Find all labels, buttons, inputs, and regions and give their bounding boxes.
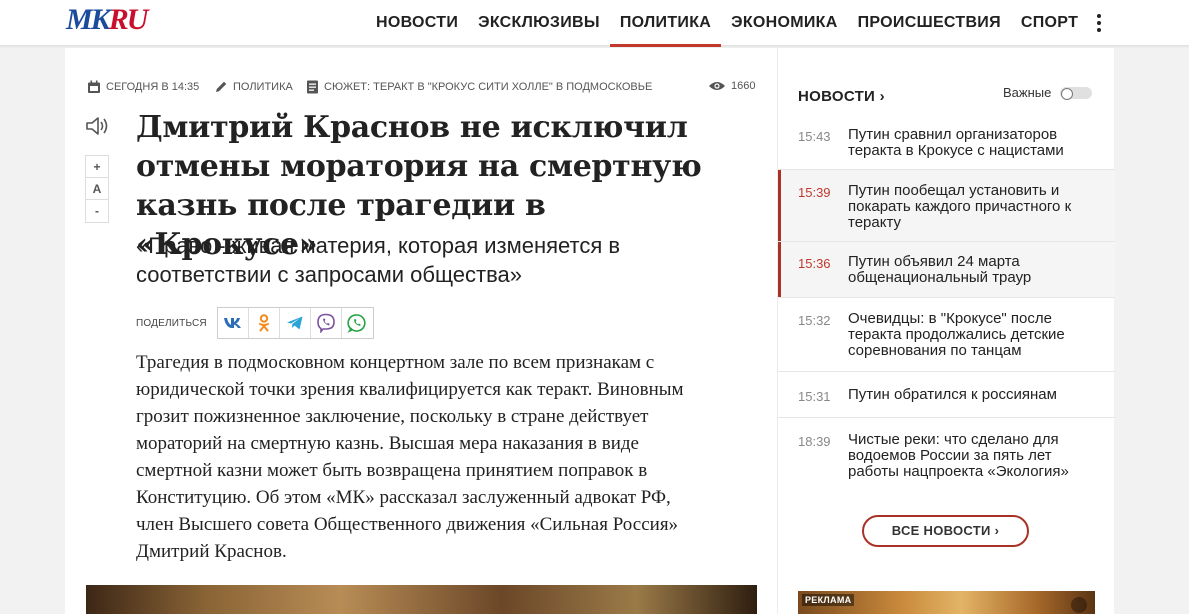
ad-label: РЕКЛАМА <box>802 594 855 606</box>
news-item[interactable]: 15:36 Путин объявил 24 марта общенациона… <box>778 242 1115 298</box>
important-label: Важные <box>1003 85 1052 100</box>
news-headline: Очевидцы: в "Крокусе" после теракта прод… <box>848 310 1065 359</box>
nav-item-sport[interactable]: СПОРТ <box>1011 0 1088 46</box>
news-item[interactable]: 15:32 Очевидцы: в "Крокусе" после теракт… <box>778 298 1115 372</box>
news-time: 15:36 <box>798 256 831 271</box>
important-toggle[interactable] <box>1060 86 1093 100</box>
font-decrease-button[interactable]: - <box>86 200 108 222</box>
whatsapp-share-button[interactable] <box>342 308 373 338</box>
site-logo[interactable]: MKRU <box>66 3 149 36</box>
article-meta: СЕГОДНЯ В 14:35 ПОЛИТИКА СЮЖЕТ: ТЕРАКТ В… <box>87 80 757 96</box>
main-nav: НОВОСТИ ЭКСКЛЮЗИВЫ ПОЛИТИКА ЭКОНОМИКА ПР… <box>366 0 1088 47</box>
whatsapp-icon <box>347 314 366 333</box>
all-news-button[interactable]: ВСЕ НОВОСТИ › <box>862 515 1029 547</box>
news-headline: Путин сравнил организаторов теракта в Кр… <box>848 126 1064 159</box>
eye-icon <box>709 82 725 90</box>
article-rubric[interactable]: ПОЛИТИКА <box>214 80 293 94</box>
ok-share-button[interactable] <box>249 308 280 338</box>
vk-share-button[interactable] <box>218 308 249 338</box>
ad-options-icon[interactable] <box>1071 597 1087 613</box>
article-subtitle: «Право - живая материя, которая изменяет… <box>136 233 621 287</box>
viber-icon <box>317 313 335 333</box>
article-story[interactable]: СЮЖЕТ: ТЕРАКТ В "КРОКУС СИТИ ХОЛЛЕ" В ПО… <box>306 80 652 94</box>
font-reset-button[interactable]: A <box>86 178 108 200</box>
nav-item-incidents[interactable]: ПРОИСШЕСТВИЯ <box>848 0 1011 46</box>
news-headline: Путин пообещал установить и покарать каж… <box>848 182 1072 231</box>
top-bar: MKRU НОВОСТИ ЭКСКЛЮЗИВЫ ПОЛИТИКА ЭКОНОМИ… <box>0 0 1189 47</box>
news-time: 18:39 <box>798 434 831 449</box>
article-views: 1660 <box>708 80 755 92</box>
news-headline: Путин обратился к россиянам <box>848 386 1057 403</box>
ad-banner[interactable]: РЕКЛАМА <box>798 591 1095 614</box>
article-lead: Трагедия в подмосковном концертном зале … <box>136 352 684 562</box>
document-icon <box>307 80 318 94</box>
news-sidebar: НОВОСТИ › Важные 15:43 Путин сравнил орг… <box>777 48 1115 614</box>
news-item[interactable]: 15:31 Путин обратился к россиянам <box>778 372 1115 418</box>
viber-share-button[interactable] <box>311 308 342 338</box>
share-buttons <box>216 307 374 339</box>
article-photo <box>86 585 757 614</box>
nav-item-exclusives[interactable]: ЭКСКЛЮЗИВЫ <box>468 0 610 46</box>
news-headline: Путин объявил 24 марта общенациональный … <box>848 253 1032 286</box>
important-filter: Важные <box>1003 85 1093 100</box>
logo-ru: RU <box>108 3 149 36</box>
font-size-controls: + A - <box>85 155 109 223</box>
speaker-icon[interactable] <box>85 114 111 138</box>
more-menu-icon[interactable] <box>1094 13 1104 33</box>
share-label: ПОДЕЛИТЬСЯ <box>136 317 207 329</box>
nav-item-news[interactable]: НОВОСТИ <box>366 0 468 46</box>
font-increase-button[interactable]: + <box>86 156 108 178</box>
news-headline: Чистые реки: что сделано для водоемов Ро… <box>848 431 1069 480</box>
news-time: 15:32 <box>798 313 831 328</box>
news-item[interactable]: 15:39 Путин пообещал установить и покара… <box>778 170 1115 242</box>
article-rubric-text: ПОЛИТИКА <box>233 81 293 93</box>
news-time: 15:43 <box>798 129 831 144</box>
news-list: 15:43 Путин сравнил организаторов теракт… <box>778 120 1115 492</box>
vk-icon <box>223 318 241 328</box>
telegram-icon <box>286 316 303 330</box>
article-story-text: СЮЖЕТ: ТЕРАКТ В "КРОКУС СИТИ ХОЛЛЕ" В ПО… <box>324 81 653 93</box>
pencil-icon <box>216 81 227 92</box>
article-date: СЕГОДНЯ В 14:35 <box>87 80 199 94</box>
nav-item-economy[interactable]: ЭКОНОМИКА <box>721 0 847 46</box>
article-date-text: СЕГОДНЯ В 14:35 <box>106 81 200 93</box>
article-views-count: 1660 <box>731 80 756 92</box>
logo-mk: MK <box>66 3 111 36</box>
nav-item-politics[interactable]: ПОЛИТИКА <box>609 0 722 47</box>
calendar-icon <box>88 80 100 93</box>
news-time: 15:39 <box>798 185 831 200</box>
sidebar-heading[interactable]: НОВОСТИ › <box>798 88 885 105</box>
telegram-share-button[interactable] <box>280 308 311 338</box>
news-item[interactable]: 15:43 Путин сравнил организаторов теракт… <box>778 120 1115 170</box>
news-item[interactable]: 18:39 Чистые реки: что сделано для водое… <box>778 418 1115 492</box>
share-bar: ПОДЕЛИТЬСЯ <box>136 307 374 339</box>
article-column: СЕГОДНЯ В 14:35 ПОЛИТИКА СЮЖЕТ: ТЕРАКТ В… <box>65 48 777 614</box>
odnoklassniki-icon <box>258 314 269 332</box>
article-tools: + A - <box>85 114 111 223</box>
news-time: 15:31 <box>798 389 831 404</box>
